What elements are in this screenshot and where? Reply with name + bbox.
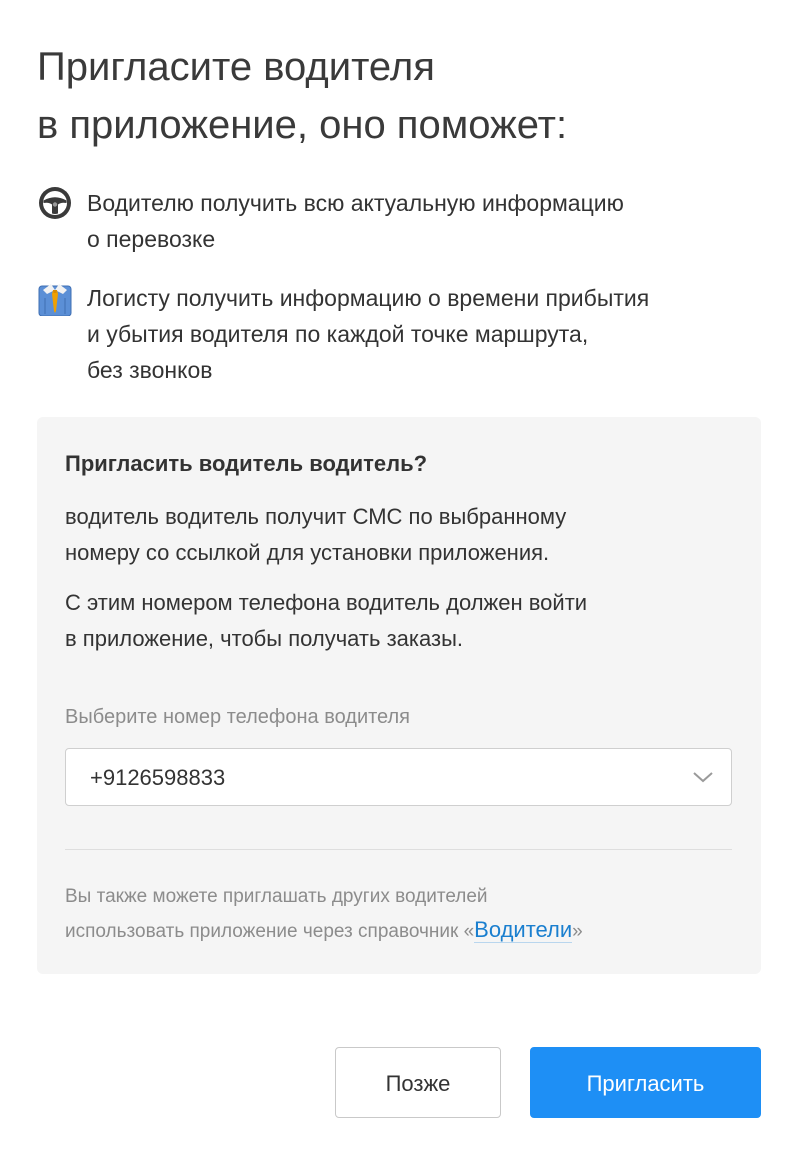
dialog-title-line-2: в приложение, оно поможет:	[37, 103, 568, 147]
invite-panel-title: Пригласить водитель водитель?	[65, 451, 428, 476]
benefit-logist-line-3: без звонков	[87, 357, 213, 383]
benefit-logist-line-1: Логисту получить информацию о времени пр…	[87, 285, 650, 311]
footnote-line-1: Вы также можете приглашать других водите…	[65, 886, 488, 907]
necktie-person-icon	[38, 284, 72, 316]
benefit-driver-line-2: о перевозке	[87, 226, 216, 252]
benefit-driver: Водителю получить всю актуальную информа…	[37, 185, 757, 257]
invite-driver-dialog: Пригласите водителя в приложение, оно по…	[0, 0, 800, 1158]
sms-description-line-1: водитель водитель получит СМС по выбранн…	[65, 504, 567, 529]
benefit-logist-text: Логисту получить информацию о времени пр…	[87, 280, 649, 388]
phone-select[interactable]: +9126598833	[65, 748, 732, 806]
drivers-directory-note: Вы также можете приглашать других водите…	[65, 880, 745, 948]
login-description-line-1: С этим номером телефона водитель должен …	[65, 590, 588, 615]
benefit-driver-text: Водителю получить всю актуальную информа…	[87, 185, 624, 257]
footnote-line-2-before: использовать приложение через справочник…	[65, 921, 475, 942]
drivers-directory-link[interactable]: Водители	[474, 917, 573, 943]
sms-description: водитель водитель получит СМС по выбранн…	[65, 499, 725, 571]
later-button[interactable]: Позже	[335, 1047, 501, 1118]
invite-panel: Пригласить водитель водитель? водитель в…	[37, 417, 761, 974]
dialog-title: Пригласите водителя в приложение, оно по…	[37, 38, 737, 154]
footnote-line-2-after: »	[572, 921, 583, 942]
chevron-down-icon	[693, 772, 713, 783]
panel-divider	[65, 849, 732, 850]
footnote-line-2: использовать приложение через справочник…	[65, 913, 745, 948]
benefit-driver-line-1: Водителю получить всю актуальную информа…	[87, 190, 624, 216]
sms-description-line-2: номеру со ссылкой для установки приложен…	[65, 540, 550, 565]
phone-select-value: +9126598833	[90, 765, 226, 790]
benefit-logist: Логисту получить информацию о времени пр…	[37, 280, 757, 388]
benefit-logist-line-2: и убытия водителя по каждой точке маршру…	[87, 321, 589, 347]
login-description: С этим номером телефона водитель должен …	[65, 585, 725, 657]
invite-button[interactable]: Пригласить	[530, 1047, 761, 1118]
login-description-line-2: в приложение, чтобы получать заказы.	[65, 626, 464, 651]
steering-wheel-icon	[39, 187, 71, 219]
phone-select-label: Выберите номер телефона водителя	[65, 706, 411, 728]
dialog-title-line-1: Пригласите водителя	[37, 45, 435, 89]
